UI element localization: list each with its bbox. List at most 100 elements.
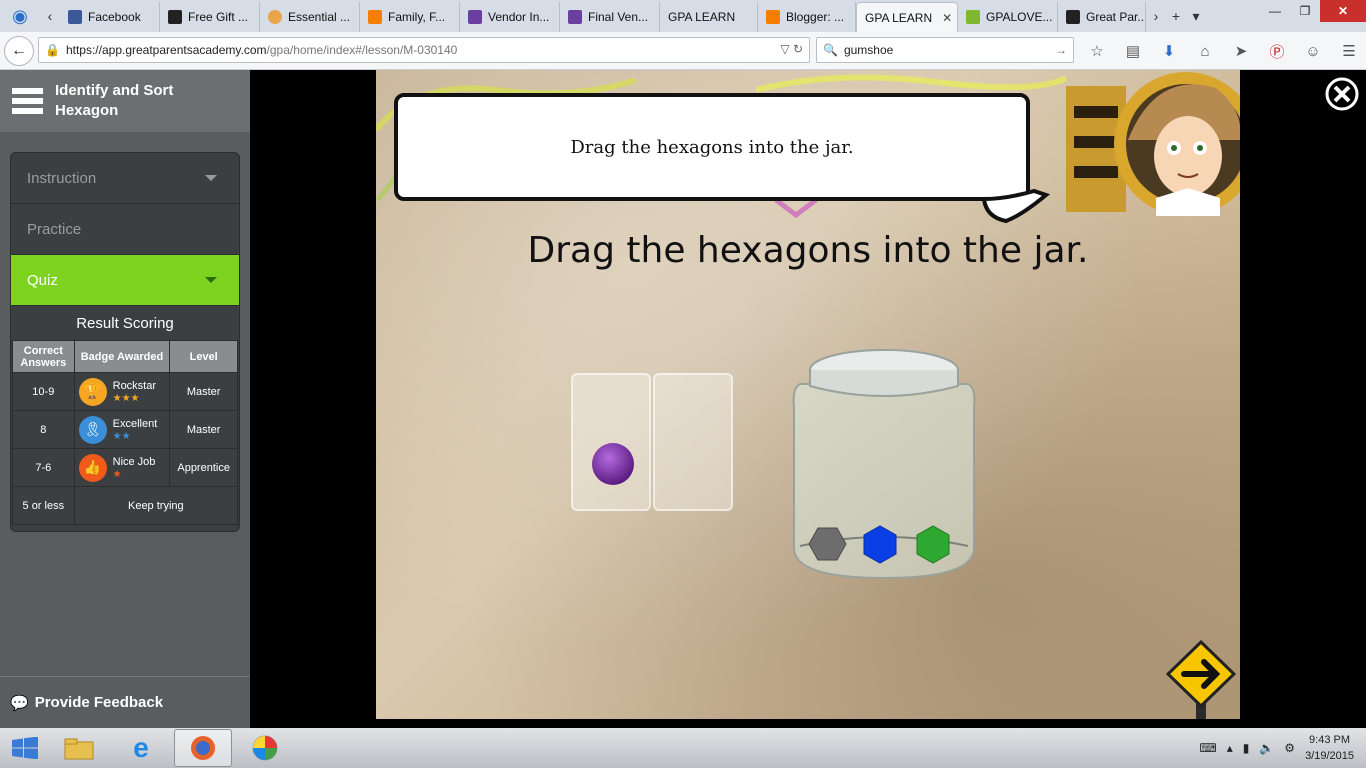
att-globe-icon[interactable]: ◉	[0, 0, 40, 32]
tab-great-parents[interactable]: Great Par...	[1058, 2, 1146, 32]
send-icon[interactable]: ➤	[1228, 38, 1254, 64]
sidebar-header: Identify and Sort Hexagon	[0, 70, 250, 132]
column-header: Correct Answers	[12, 340, 75, 373]
home-icon[interactable]: ⌂	[1192, 38, 1218, 64]
tabs-scroll-left-icon[interactable]: ‹	[40, 8, 60, 24]
tabs-scroll-right-icon[interactable]: ›	[1146, 8, 1166, 24]
tab-gpa-learn-1[interactable]: GPA LEARN	[660, 2, 758, 32]
url-path: /gpa/home/index#/lesson/M-030140	[266, 43, 458, 57]
pinterest-icon[interactable]: Ⓟ	[1264, 38, 1290, 64]
lock-icon: 🔒	[45, 43, 60, 57]
back-arrow-icon[interactable]: ←	[4, 35, 34, 66]
tab-gpa-learn-active[interactable]: GPA LEARN ✕	[856, 2, 958, 32]
browser-nav-bar: ← 🔒 https://app.greatparentsacademy.com/…	[0, 32, 1366, 70]
column-header: Badge Awarded	[73, 340, 171, 373]
result-scoring-title: Result Scoring	[76, 314, 174, 332]
network-icon[interactable]: ▮	[1243, 741, 1250, 755]
lesson-sidebar: Identify and Sort Hexagon Instruction Pr…	[0, 70, 250, 728]
column-header: Level	[169, 340, 238, 373]
result-scoring-table: Correct Answers Badge Awarded Level 10-9…	[12, 340, 239, 525]
tab-blogger[interactable]: Blogger: ...	[758, 2, 856, 32]
search-icon: 🔍	[823, 43, 838, 57]
download-arrow-icon[interactable]: ⬇	[1156, 38, 1182, 64]
reload-icon[interactable]: ▽ ↻	[780, 42, 803, 56]
chevron-down-icon	[205, 277, 217, 283]
window-close-icon[interactable]: ✕	[1320, 0, 1366, 22]
bubble-text: Drag the hexagons into the jar.	[570, 136, 854, 158]
ribbon-badge-icon: 🎗	[78, 415, 107, 444]
menu-item-quiz[interactable]: Quiz	[11, 255, 239, 306]
firefox-icon[interactable]	[174, 729, 232, 767]
provide-feedback-button[interactable]: 💬 Provide Feedback	[0, 676, 250, 728]
search-go-arrow-icon[interactable]: →	[1055, 43, 1067, 57]
restore-icon[interactable]: ❐	[1290, 0, 1320, 22]
window-controls: — ❐ ✕	[1260, 0, 1366, 22]
drag-card-slot-empty	[653, 373, 733, 511]
lesson-menu: Instruction Practice Quiz Result Scoring…	[10, 152, 240, 532]
menu-hamburger-icon[interactable]: ☰	[1336, 38, 1362, 64]
url-host: https://app.greatparentsacademy.com	[65, 43, 267, 57]
facebook-favicon-icon	[68, 10, 82, 24]
keyboard-icon[interactable]: ⌨	[1199, 741, 1216, 755]
bookmark-star-icon[interactable]: ☆	[1084, 38, 1110, 64]
instruction-heading: Drag the hexagons into the jar.	[527, 230, 1089, 271]
picasa-icon[interactable]	[236, 729, 294, 767]
clock[interactable]: 9:43 PM 3/19/2015	[1305, 732, 1354, 764]
tab-family[interactable]: Family, F...	[360, 2, 460, 32]
url-bar[interactable]: 🔒 https://app.greatparentsacademy.com/gp…	[38, 37, 810, 63]
table-row: 5 or less Keep trying	[12, 486, 239, 525]
minimize-icon[interactable]: —	[1260, 0, 1290, 22]
next-arrow-button[interactable]	[1166, 640, 1236, 719]
tab-final-vendor[interactable]: Final Ven...	[560, 2, 660, 32]
tab-essential[interactable]: Essential ...	[260, 2, 360, 32]
windows-start-icon[interactable]	[0, 728, 50, 768]
sidebar-menu-icon[interactable]	[12, 88, 43, 114]
tab-vendor[interactable]: Vendor In...	[460, 2, 560, 32]
file-explorer-icon[interactable]	[50, 729, 108, 767]
star-rating: ★★	[112, 430, 131, 442]
table-row: 8 🎗 Excellent ★★ Master	[12, 410, 238, 449]
browser-tab-bar: ◉ ‹ Facebook Free Gift ... Essential ...…	[0, 0, 1366, 32]
tab-facebook[interactable]: Facebook	[60, 2, 160, 32]
settings-gear-icon[interactable]: ⚙	[1284, 741, 1295, 755]
close-tab-icon[interactable]: ✕	[942, 11, 952, 25]
drag-card-slot	[571, 373, 651, 511]
speech-bubble-icon: 💬	[10, 694, 29, 712]
windows-taskbar: e ⌨ ▴ ▮ 🔈 ⚙ 9:43 PM 3/19/2015	[0, 728, 1366, 768]
hand-favicon-icon	[168, 10, 182, 24]
system-tray: ⌨ ▴ ▮ 🔈 ⚙ 9:43 PM 3/19/2015	[1199, 728, 1354, 768]
blogger-favicon-icon	[368, 10, 382, 24]
glass-jar[interactable]	[792, 348, 976, 580]
new-tab-icon[interactable]: +	[1166, 8, 1186, 24]
tray-up-arrow-icon[interactable]: ▴	[1227, 741, 1233, 755]
speech-bubble: Drag the hexagons into the jar.	[394, 93, 1030, 201]
volume-icon[interactable]: 🔈	[1259, 741, 1274, 755]
form-favicon-icon	[468, 10, 482, 24]
form-favicon-icon	[568, 10, 582, 24]
house-favicon-icon	[966, 10, 980, 24]
chevron-down-icon	[205, 175, 217, 181]
reader-list-icon[interactable]: ▤	[1120, 38, 1146, 64]
purple-ball-icon[interactable]	[573, 375, 649, 509]
toolbar-icons: ☆ ▤ ⬇ ⌂ ➤ Ⓟ ☺ ☰	[1084, 38, 1362, 64]
menu-item-instruction[interactable]: Instruction	[11, 153, 239, 204]
lesson-title: Identify and Sort Hexagon	[55, 82, 174, 119]
tab-list-chevron-icon[interactable]: ▾	[1186, 8, 1206, 25]
tab-free-gift[interactable]: Free Gift ...	[160, 2, 260, 32]
detective-character-icon	[1066, 72, 1240, 216]
menu-item-practice[interactable]: Practice	[11, 204, 239, 255]
table-row: 10-9 🏆 Rockstar ★★★ Master	[12, 372, 238, 411]
google-favicon-icon	[1066, 10, 1080, 24]
tab-gpalove[interactable]: GPALOVE...	[958, 2, 1058, 32]
blogger-favicon-icon	[766, 10, 780, 24]
internet-explorer-icon[interactable]: e	[112, 729, 170, 767]
search-bar[interactable]: 🔍 gumshoe →	[816, 37, 1074, 63]
table-row: 7-6 👍 Nice Job ★ Apprentice	[12, 448, 238, 487]
smiley-icon[interactable]: ☺	[1300, 38, 1326, 64]
game-canvas: Drag the hexagons into the jar. Drag the…	[376, 70, 1240, 719]
search-input[interactable]: gumshoe	[844, 43, 893, 57]
speech-bubble-tail	[981, 188, 1051, 224]
close-lesson-icon[interactable]	[1324, 76, 1360, 112]
star-rating: ★★★	[112, 392, 140, 404]
thumbs-up-badge-icon: 👍	[78, 453, 107, 482]
